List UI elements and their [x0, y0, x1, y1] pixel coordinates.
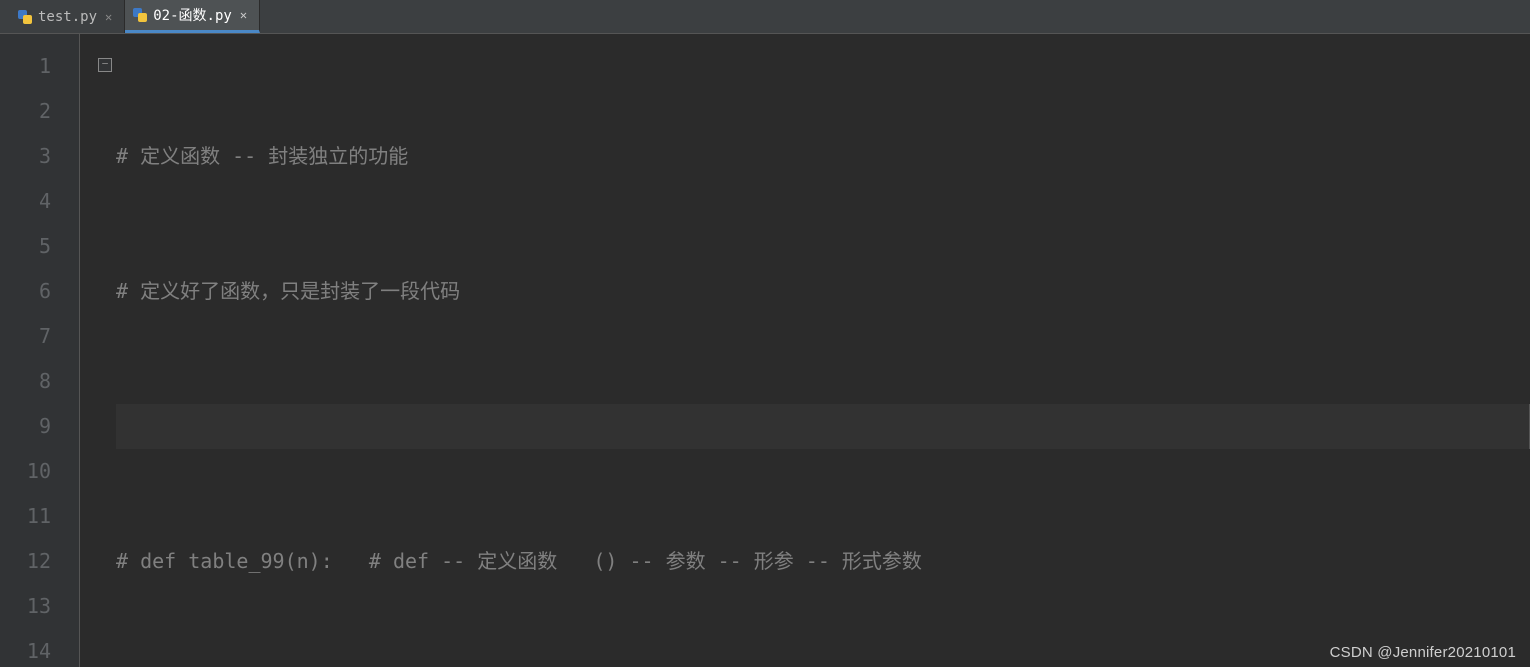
tab-02-functions-py[interactable]: 02-函数.py ✕: [125, 0, 260, 33]
code-line: # 定义好了函数，只是封装了一段代码: [116, 279, 460, 303]
line-number: 1: [0, 44, 51, 89]
editor-window: test.py ✕ 02-函数.py ✕ 1 2 3 4 5 6 7 8 9 1…: [0, 0, 1530, 667]
line-number: 12: [0, 539, 51, 584]
line-number: 6: [0, 269, 51, 314]
line-number: 8: [0, 359, 51, 404]
line-number: 3: [0, 134, 51, 179]
python-file-icon: [18, 10, 32, 24]
line-number: 7: [0, 314, 51, 359]
code-line: # 定义函数 -- 封装独立的功能: [116, 144, 408, 168]
line-number: 5: [0, 224, 51, 269]
watermark-text: CSDN @Jennifer20210101: [1330, 644, 1516, 661]
line-number: 9: [0, 404, 51, 449]
line-number: 13: [0, 584, 51, 629]
tab-bar: test.py ✕ 02-函数.py ✕: [0, 0, 1530, 34]
line-number: 10: [0, 449, 51, 494]
line-number: 14: [0, 629, 51, 667]
code-area[interactable]: # 定义函数 -- 封装独立的功能 # 定义好了函数，只是封装了一段代码 # d…: [80, 34, 1530, 667]
line-number: 2: [0, 89, 51, 134]
tab-test-py[interactable]: test.py ✕: [10, 0, 125, 33]
tab-label: 02-函数.py: [153, 5, 232, 25]
code-editor[interactable]: 1 2 3 4 5 6 7 8 9 10 11 12 13 14 − # 定义函…: [0, 34, 1530, 667]
line-number: 4: [0, 179, 51, 224]
line-number: 11: [0, 494, 51, 539]
python-file-icon: [133, 8, 147, 22]
tab-label: test.py: [38, 9, 97, 25]
close-icon[interactable]: ✕: [103, 10, 114, 24]
close-icon[interactable]: ✕: [238, 8, 249, 22]
code-line: # def table_99(n): # def -- 定义函数 () -- 参…: [116, 549, 922, 573]
line-number-gutter: 1 2 3 4 5 6 7 8 9 10 11 12 13 14: [0, 34, 80, 667]
